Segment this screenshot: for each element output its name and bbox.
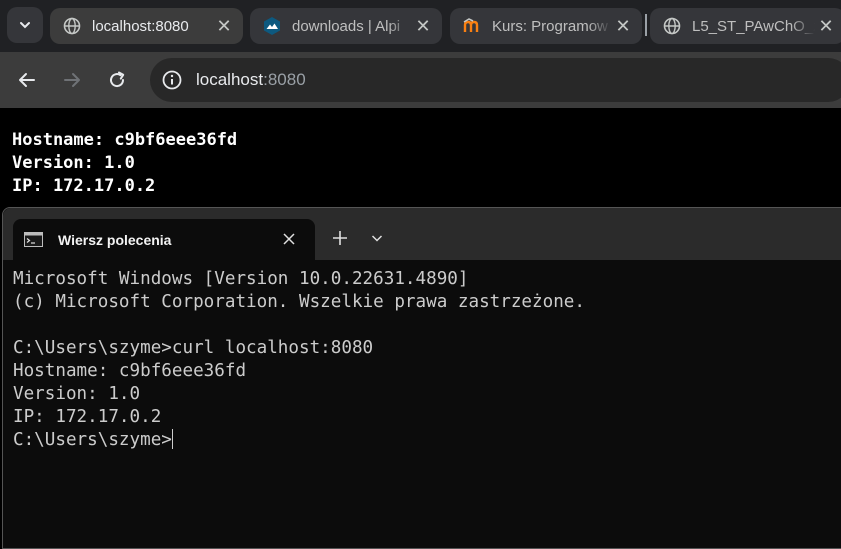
tab-downloads-alpine[interactable]: downloads | Alpi ✕ [250, 8, 442, 44]
address-url: localhost:8080 [196, 70, 306, 90]
url-port: :8080 [263, 70, 306, 89]
tab-title: downloads | Alpi [292, 17, 401, 35]
terminal-prompt: C:\Users\szyme> [13, 430, 172, 450]
ip-line: IP: 172.17.0.2 [12, 176, 156, 196]
terminal-prompt-line[interactable]: C:\Users\szyme> [13, 429, 585, 452]
tab-dropdown-button[interactable] [367, 228, 387, 248]
close-icon[interactable]: ✕ [815, 15, 837, 37]
address-bar[interactable]: localhost:8080 [150, 58, 841, 102]
tab-separator [645, 14, 647, 36]
back-button[interactable] [11, 64, 43, 96]
reload-button[interactable] [101, 64, 133, 96]
terminal-line: (c) Microsoft Corporation. Wszelkie praw… [13, 292, 585, 312]
chevron-down-icon [371, 235, 383, 242]
terminal-line: IP: 172.17.0.2 [13, 407, 162, 427]
plus-icon [333, 231, 347, 245]
close-icon[interactable]: ✕ [612, 15, 634, 37]
close-icon[interactable]: ✕ [213, 15, 235, 37]
moodle-icon [462, 16, 482, 36]
tab-kurs-programow[interactable]: Kurs: Programow ✕ [450, 8, 642, 44]
terminal-line: Hostname: c9bf6eee36fd [13, 361, 247, 381]
globe-icon [662, 16, 682, 36]
terminal-tab[interactable]: Wiersz polecenia [13, 219, 315, 260]
terminal-tab-bar: Wiersz polecenia [3, 208, 841, 260]
globe-icon [62, 16, 82, 36]
forward-button[interactable] [56, 64, 88, 96]
browser-tab-strip: localhost:8080 ✕ downloads | Alpi ✕ Kurs… [0, 0, 841, 52]
alpine-icon [262, 16, 282, 36]
tab-search-button[interactable] [7, 7, 43, 43]
tab-title: localhost:8080 [92, 17, 189, 35]
arrow-left-icon [19, 73, 35, 87]
command-prompt-icon [24, 232, 43, 247]
browser-toolbar: localhost:8080 [0, 52, 841, 108]
reload-icon [110, 71, 125, 88]
text-cursor [171, 429, 173, 449]
tab-l5-st-pawcho[interactable]: L5_ST_PAwChO_z ✕ [650, 8, 841, 44]
site-info-icon[interactable] [160, 68, 184, 92]
terminal-output[interactable]: Microsoft Windows [Version 10.0.22631.48… [13, 268, 585, 452]
arrow-right-icon [64, 73, 80, 87]
url-host: localhost [196, 70, 264, 89]
terminal-line: Microsoft Windows [Version 10.0.22631.48… [13, 269, 469, 289]
hostname-line: Hostname: c9bf6eee36fd [12, 130, 238, 150]
version-line: Version: 1.0 [12, 153, 135, 173]
terminal-line: C:\Users\szyme>curl localhost:8080 [13, 338, 374, 358]
terminal-tab-title: Wiersz polecenia [58, 231, 172, 248]
close-icon[interactable]: ✕ [412, 15, 434, 37]
tab-title: L5_ST_PAwChO_z [692, 17, 815, 35]
terminal-window: Wiersz polecenia Microsoft Windows [Vers… [2, 207, 841, 549]
close-icon[interactable] [279, 229, 299, 249]
tab-localhost[interactable]: localhost:8080 ✕ [50, 8, 243, 44]
chevron-down-icon [20, 22, 30, 29]
tab-title: Kurs: Programow [492, 17, 608, 35]
new-tab-button[interactable] [329, 227, 351, 249]
page-content: Hostname: c9bf6eee36fd Version: 1.0 IP: … [0, 108, 841, 208]
terminal-line: Version: 1.0 [13, 384, 141, 404]
